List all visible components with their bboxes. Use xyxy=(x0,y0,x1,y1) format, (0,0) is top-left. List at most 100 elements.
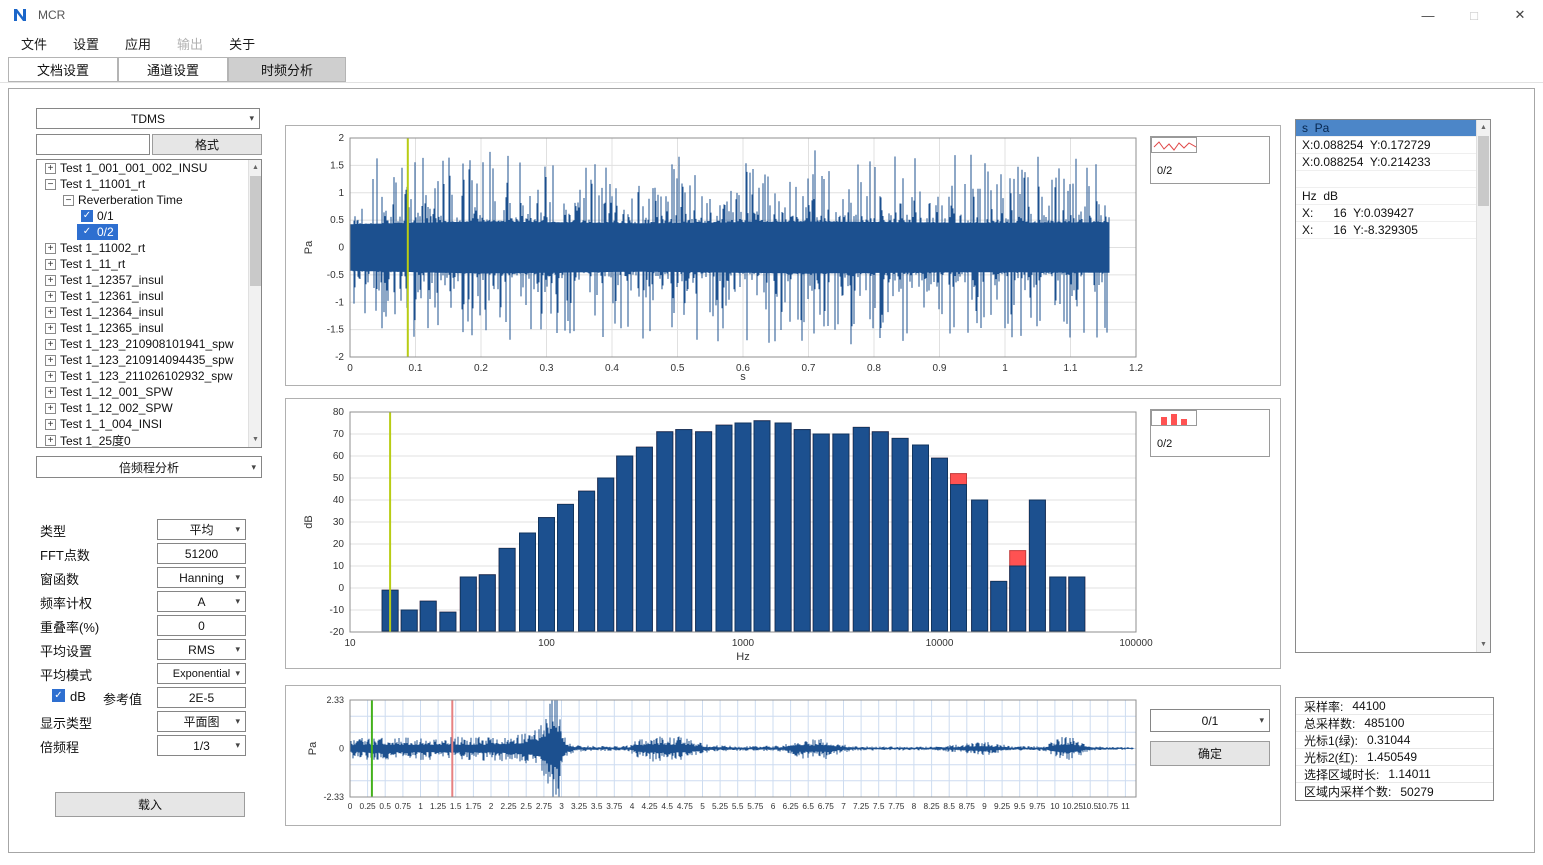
menu-apply[interactable]: 应用 xyxy=(112,30,164,57)
db-checkbox[interactable]: ✓ xyxy=(52,689,65,702)
close-button[interactable]: ✕ xyxy=(1497,0,1543,30)
octave-select[interactable]: 1/3 ▾ xyxy=(157,735,246,756)
menu-output[interactable]: 输出 xyxy=(164,30,216,57)
svg-text:0: 0 xyxy=(347,363,353,374)
svg-text:s: s xyxy=(740,371,746,383)
svg-text:2.75: 2.75 xyxy=(536,801,553,811)
list-row[interactable]: Hz dB xyxy=(1296,188,1476,205)
confirm-button[interactable]: 确定 xyxy=(1150,741,1270,766)
octave-legend: 0/1 0/2 xyxy=(1150,409,1270,457)
expand-icon[interactable]: + xyxy=(45,339,56,350)
scroll-up-icon[interactable]: ▲ xyxy=(249,160,262,175)
filter-input[interactable] xyxy=(36,134,150,155)
chevron-down-icon: ▾ xyxy=(249,113,254,124)
display-type-select[interactable]: 平面图 ▾ xyxy=(157,711,246,732)
scrollbar-thumb[interactable] xyxy=(1478,136,1489,206)
expand-icon[interactable]: + xyxy=(45,243,56,254)
tab-document-settings[interactable]: 文档设置 xyxy=(8,57,118,82)
tree-item[interactable]: +Test 1_12364_insul xyxy=(41,304,167,320)
info-value: 485100 xyxy=(1364,716,1404,730)
tree-item[interactable]: +Test 1_123_210908101941_spw xyxy=(41,336,237,352)
avg-setting-select[interactable]: RMS ▾ xyxy=(157,639,246,660)
analysis-type-select[interactable]: 倍频程分析 ▾ xyxy=(36,456,262,478)
tree-item[interactable]: −Reverberation Time xyxy=(59,192,187,208)
svg-text:0.4: 0.4 xyxy=(605,363,619,374)
list-row[interactable]: X: 16 Y:0.039427 xyxy=(1296,205,1476,222)
tree-item[interactable]: +Test 1_12_001_SPW xyxy=(41,384,177,400)
tree-item[interactable]: +Test 1_123_210914094435_spw xyxy=(41,352,237,368)
expand-icon[interactable]: + xyxy=(45,403,56,414)
menu-about[interactable]: 关于 xyxy=(216,30,268,57)
scrollbar-thumb[interactable] xyxy=(250,176,261,286)
tree-item[interactable]: +Test 1_12_002_SPW xyxy=(41,400,177,416)
tab-time-frequency-analysis[interactable]: 时频分析 xyxy=(228,57,346,82)
scroll-up-icon[interactable]: ▲ xyxy=(1477,120,1490,135)
collapse-icon[interactable]: − xyxy=(63,195,74,206)
load-button[interactable]: 载入 xyxy=(55,792,245,817)
channel-checkbox[interactable]: ✓ xyxy=(81,226,93,238)
cursor-values-rows: s PaX:0.088254 Y:0.172729X:0.088254 Y:0.… xyxy=(1296,120,1490,239)
expand-icon[interactable]: + xyxy=(45,275,56,286)
tree-item[interactable]: ✓0/1 xyxy=(77,208,118,224)
reference-input[interactable]: 2E-5 xyxy=(157,687,246,708)
tree-item[interactable]: + Test 1_12357_insul xyxy=(41,272,167,288)
tab-channel-settings[interactable]: 通道设置 xyxy=(118,57,228,82)
fft-points-input[interactable]: 51200 xyxy=(157,543,246,564)
maximize-button[interactable]: □ xyxy=(1451,0,1497,30)
expand-icon[interactable]: + xyxy=(45,419,56,430)
expand-icon[interactable]: + xyxy=(45,163,56,174)
minimize-button[interactable]: — xyxy=(1405,0,1451,30)
collapse-icon[interactable]: − xyxy=(45,179,56,190)
list-row[interactable]: X: 16 Y:-8.329305 xyxy=(1296,222,1476,239)
fft-points-value: 51200 xyxy=(185,547,218,561)
overlap-input[interactable]: 0 xyxy=(157,615,246,636)
tree-item[interactable]: ✓0/2 xyxy=(77,224,118,240)
expand-icon[interactable]: + xyxy=(45,323,56,334)
svg-text:Pa: Pa xyxy=(307,741,319,755)
svg-text:1.75: 1.75 xyxy=(465,801,482,811)
list-header-row[interactable]: s Pa xyxy=(1296,120,1476,137)
format-button[interactable]: 格式 xyxy=(152,134,262,155)
legend-label: 0/2 xyxy=(1157,165,1172,177)
svg-text:4.25: 4.25 xyxy=(642,801,659,811)
scroll-down-icon[interactable]: ▼ xyxy=(249,432,262,447)
info-label: 总采样数: xyxy=(1304,715,1355,732)
list-row[interactable]: X:0.088254 Y:0.214233 xyxy=(1296,154,1476,171)
tree-item[interactable]: +Test 1_001_001_002_INSU xyxy=(41,160,211,176)
menu-settings[interactable]: 设置 xyxy=(60,30,112,57)
tree-item[interactable]: −Test 1_11001_rt xyxy=(41,176,149,192)
tree-item[interactable]: +Test 1_1_004_INSI xyxy=(41,416,166,432)
svg-text:3.75: 3.75 xyxy=(606,801,623,811)
expand-icon[interactable]: + xyxy=(45,307,56,318)
tree-item[interactable]: +Test 1_12365_insul xyxy=(41,320,167,336)
avg-mode-select[interactable]: Exponential ▾ xyxy=(157,663,246,684)
tree-item[interactable]: +Test 1_11_rt xyxy=(41,256,129,272)
channel-checkbox[interactable]: ✓ xyxy=(81,210,93,222)
window-function-select[interactable]: Hanning ▾ xyxy=(157,567,246,588)
freq-weighting-select[interactable]: A ▾ xyxy=(157,591,246,612)
tree-item[interactable]: +Test 1_12361_insul xyxy=(41,288,167,304)
tree-item-label: Test 1_12357_insul xyxy=(60,273,163,287)
tree-item[interactable]: +Test 1_123_211026102932_spw xyxy=(41,368,237,384)
tree-item[interactable]: +Test 1_11002_rt xyxy=(41,240,149,256)
svg-text:-1: -1 xyxy=(335,297,344,308)
expand-icon[interactable]: + xyxy=(45,355,56,366)
scroll-down-icon[interactable]: ▼ xyxy=(1477,637,1490,652)
tree-scrollbar[interactable]: ▲ ▼ xyxy=(248,160,261,447)
chevron-down-icon: ▾ xyxy=(235,524,240,535)
expand-icon[interactable]: + xyxy=(45,387,56,398)
svg-text:11: 11 xyxy=(1121,801,1130,811)
expand-icon[interactable]: + xyxy=(45,435,56,446)
svg-text:50: 50 xyxy=(333,473,345,484)
file-format-select[interactable]: TDMS ▾ xyxy=(36,108,260,129)
menu-file[interactable]: 文件 xyxy=(8,30,60,57)
type-select[interactable]: 平均 ▾ xyxy=(157,519,246,540)
list-row[interactable] xyxy=(1296,171,1476,188)
list-row[interactable]: X:0.088254 Y:0.172729 xyxy=(1296,137,1476,154)
expand-icon[interactable]: + xyxy=(45,371,56,382)
expand-icon[interactable]: + xyxy=(45,259,56,270)
channel-select[interactable]: 0/1 ▾ xyxy=(1150,709,1270,732)
list-scrollbar[interactable]: ▲ ▼ xyxy=(1476,120,1490,652)
tree-item[interactable]: +Test 1_25度0 xyxy=(41,432,135,448)
expand-icon[interactable]: + xyxy=(45,291,56,302)
